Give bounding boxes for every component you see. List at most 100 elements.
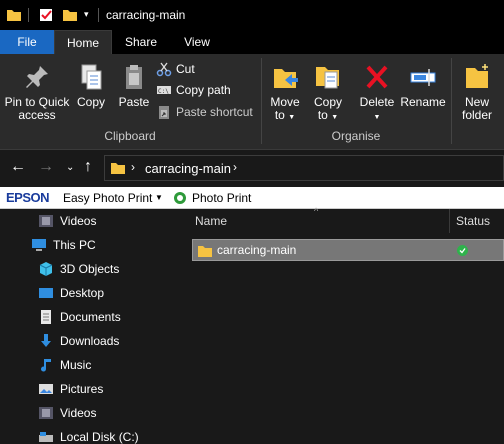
navigation-pane: Videos This PC 3D Objects Desktop Docume… <box>0 209 176 444</box>
copy-button[interactable]: Copy <box>74 62 108 109</box>
download-arrow-icon <box>41 334 51 347</box>
window-title: carracing-main <box>106 8 186 22</box>
nav-label: Music <box>60 358 92 372</box>
up-arrow-icon[interactable]: ↑ <box>84 158 92 176</box>
new-folder-button[interactable]: New folder <box>456 62 498 122</box>
pin-to-quick-access-button[interactable]: Pin to Quick access <box>2 62 72 122</box>
folder-icon <box>111 163 125 174</box>
nav-label: 3D Objects <box>60 262 120 276</box>
table-row[interactable]: carracing-main <box>192 239 504 261</box>
organise-group-label: Organise <box>331 129 381 143</box>
nav-label: Desktop <box>60 286 105 300</box>
paste-shortcut-button[interactable]: Paste shortcut <box>156 102 253 122</box>
separator <box>98 8 99 22</box>
paste-icon <box>126 65 142 89</box>
nav-item-pictures[interactable]: Pictures <box>38 378 103 400</box>
document-icon <box>41 310 51 324</box>
music-note-icon <box>41 359 51 372</box>
nav-item-videos-quick[interactable]: Videos <box>38 210 96 232</box>
column-separator[interactable] <box>449 209 450 233</box>
title-bar: ▾ carracing-main <box>0 0 504 30</box>
clipboard-group-label: Clipboard <box>104 129 156 143</box>
nav-item-documents[interactable]: Documents <box>38 306 121 328</box>
photo-print-icon <box>174 192 186 204</box>
copy-path-icon: C:\ <box>157 86 171 95</box>
nav-label: Downloads <box>60 334 120 348</box>
column-header-name[interactable]: Name <box>195 214 227 228</box>
nav-label: Local Disk (C:) <box>60 430 139 444</box>
delete-button[interactable]: Delete ▼ <box>356 62 398 124</box>
properties-icon[interactable] <box>38 7 54 23</box>
address-bar[interactable]: › carracing-main › <box>104 155 504 181</box>
ribbon-tabs: File Home Share View <box>0 30 504 54</box>
nav-item-local-disk[interactable]: Local Disk (C:) <box>38 426 139 444</box>
new-folder-icon <box>466 64 488 88</box>
nav-label: Documents <box>60 310 121 324</box>
breadcrumb-chevron-icon[interactable]: › <box>233 160 237 174</box>
separator <box>451 58 452 144</box>
photo-print-button[interactable]: Photo Print <box>192 191 251 205</box>
rename-label: Rename <box>400 95 446 109</box>
paste-button[interactable]: Paste <box>114 62 154 109</box>
tab-share[interactable]: Share <box>118 30 164 54</box>
column-header-status[interactable]: Status <box>456 214 490 228</box>
copy-to-button[interactable]: Copy to ▼ <box>309 62 347 124</box>
copy-path-button[interactable]: C:\ Copy path <box>156 80 231 100</box>
back-arrow-icon[interactable]: ← <box>10 158 26 176</box>
new-folder-label-1: New <box>464 95 489 109</box>
drive-icon <box>39 432 53 442</box>
copy-to-icon <box>316 67 339 89</box>
paste-label: Paste <box>118 95 150 109</box>
paste-shortcut-label: Paste shortcut <box>176 105 253 119</box>
nav-item-videos[interactable]: Videos <box>38 402 96 424</box>
forward-arrow-icon[interactable]: → <box>38 158 54 176</box>
address-row: ← → ⌄ ↑ › carracing-main › <box>0 150 504 186</box>
breadcrumb-current[interactable]: carracing-main <box>145 161 231 176</box>
move-to-button[interactable]: Move to ▼ <box>266 62 304 124</box>
pin-label-1: Pin to Quick <box>4 95 70 109</box>
breadcrumb-chevron-icon[interactable]: › <box>131 160 135 174</box>
separator <box>28 8 29 22</box>
delete-icon <box>366 65 388 89</box>
copy-to-label-2: to <box>317 108 328 122</box>
tab-file[interactable]: File <box>0 30 54 54</box>
nav-item-downloads[interactable]: Downloads <box>38 330 119 352</box>
tab-home[interactable]: Home <box>54 30 112 54</box>
nav-label: Videos <box>60 406 97 420</box>
chevron-down-icon: ▼ <box>331 114 339 121</box>
computer-icon <box>32 239 46 251</box>
videos-icon <box>39 215 53 227</box>
scissors-icon <box>156 62 172 77</box>
cube-icon <box>39 262 53 276</box>
cut-label: Cut <box>176 62 195 76</box>
rename-icon <box>410 69 436 86</box>
nav-item-this-pc[interactable]: This PC <box>31 234 96 256</box>
copy-path-label: Copy path <box>176 83 231 97</box>
recent-locations-chevron-icon[interactable]: ⌄ <box>66 162 74 173</box>
delete-label: Delete <box>359 95 395 109</box>
pin-icon <box>26 66 48 88</box>
chevron-down-icon[interactable]: ▼ <box>155 193 163 202</box>
epson-logo: EPSON <box>6 190 50 205</box>
new-folder-icon[interactable] <box>62 7 78 23</box>
file-list: ^ Name Status carracing-main <box>180 206 504 444</box>
file-name: carracing-main <box>217 243 297 257</box>
copy-icon <box>81 64 102 90</box>
move-to-label-2: to <box>274 108 285 122</box>
folder-icon[interactable] <box>6 7 22 23</box>
desktop-icon <box>39 288 53 298</box>
rename-button[interactable]: Rename <box>400 62 446 109</box>
svg-text:C:\: C:\ <box>158 88 169 95</box>
nav-item-3d-objects[interactable]: 3D Objects <box>38 258 119 280</box>
nav-item-music[interactable]: Music <box>38 354 91 376</box>
pictures-icon <box>39 384 53 394</box>
customize-toolbar-icon[interactable]: ▾ <box>84 9 89 20</box>
tab-view[interactable]: View <box>174 30 220 54</box>
sort-ascending-icon: ^ <box>314 206 319 216</box>
chevron-down-icon: ▼ <box>288 114 296 121</box>
move-to-icon <box>274 69 298 88</box>
nav-item-desktop[interactable]: Desktop <box>38 282 104 304</box>
cut-button[interactable]: Cut <box>156 59 195 79</box>
easy-photo-print-button[interactable]: Easy Photo Print <box>63 191 152 205</box>
move-to-label-1: Move <box>270 95 300 109</box>
